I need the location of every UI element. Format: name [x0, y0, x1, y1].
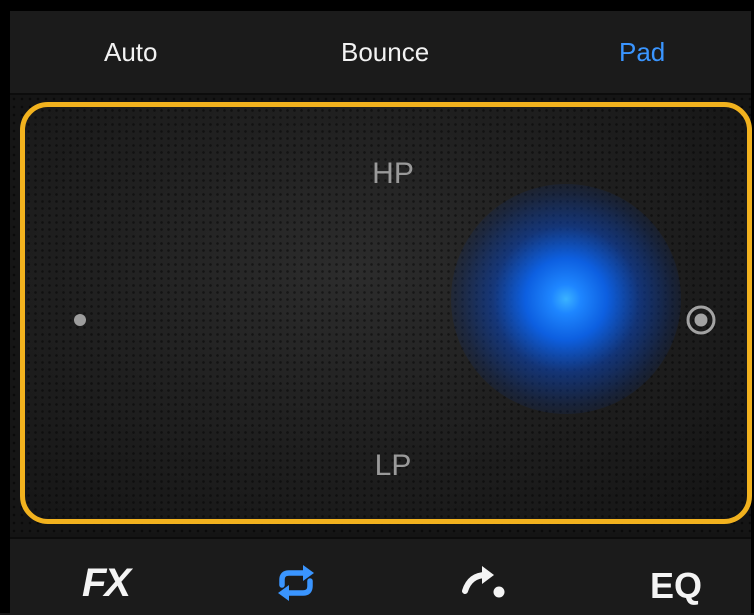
tab-auto[interactable]: Auto: [104, 37, 158, 68]
eq-button[interactable]: EQ: [650, 565, 702, 607]
loop-icon[interactable]: [272, 561, 320, 605]
mode-tab-bar: Auto Bounce Pad: [10, 11, 751, 95]
xy-pad[interactable]: HP LP: [20, 102, 752, 524]
tab-pad[interactable]: Pad: [619, 37, 665, 68]
hp-label: HP: [372, 157, 414, 190]
fx-button[interactable]: FX: [82, 561, 131, 606]
bottom-toolbar: FX EQ: [10, 537, 751, 615]
target-icon[interactable]: [686, 305, 716, 335]
transition-arrow-icon[interactable]: [458, 563, 510, 603]
tab-bounce[interactable]: Bounce: [341, 37, 429, 68]
lp-label: LP: [374, 449, 412, 482]
dot-icon: [74, 314, 86, 326]
touch-glow-indicator[interactable]: [451, 184, 681, 414]
